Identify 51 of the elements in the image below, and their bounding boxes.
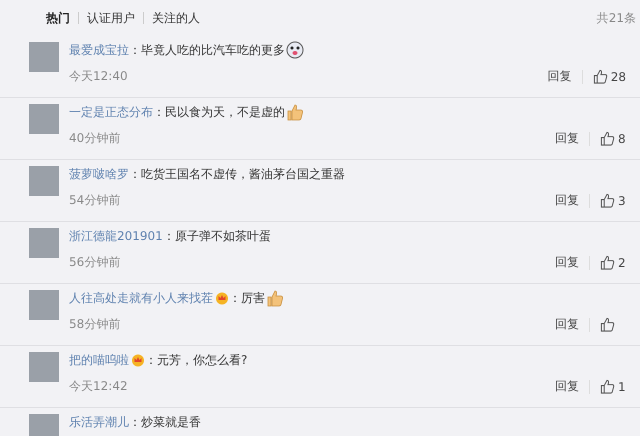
- avatar-photo-placeholder: [29, 42, 59, 72]
- avatar-photo-placeholder: [29, 290, 59, 320]
- comment-time: 56分钟前: [69, 254, 120, 271]
- avatar-photo-placeholder: [29, 414, 59, 436]
- comment-time: 40分钟前: [69, 130, 120, 147]
- comment-text: ：毕竟人吃的比汽车吃的更多: [129, 42, 285, 58]
- like-button[interactable]: 8: [590, 131, 626, 146]
- filter-tab[interactable]: 热门: [38, 10, 78, 26]
- like-icon: [600, 317, 615, 332]
- avatar-photo-placeholder: [29, 228, 59, 258]
- comment-time: 今天12:40: [69, 68, 128, 85]
- like-icon: [600, 193, 615, 208]
- comment-text: ：吃货王国名不虚传，酱油茅台国之重器: [129, 166, 345, 182]
- like-icon: [592, 69, 608, 84]
- like-button[interactable]: 1: [590, 379, 626, 394]
- comment-time: 58分钟前: [69, 316, 120, 333]
- comment-text: ：元芳，你怎么看?: [145, 352, 248, 368]
- comment-text: ：炒菜就是香: [129, 414, 201, 430]
- comment-text: ：民以食为天，不是虚的: [153, 104, 285, 120]
- avatar-photo-placeholder: [29, 166, 59, 196]
- like-icon: [600, 131, 615, 146]
- like-icon: [600, 379, 615, 394]
- comment-time: 54分钟前: [69, 192, 120, 209]
- username-link[interactable]: 最爱成宝拉: [69, 42, 129, 58]
- reply-link[interactable]: 回复: [545, 316, 589, 333]
- username-link[interactable]: 一定是正态分布: [69, 104, 153, 120]
- username-link[interactable]: 人往高处走就有小人来找茬: [69, 290, 213, 306]
- comment-count: 共21条: [596, 10, 636, 26]
- reply-link[interactable]: 回复: [545, 254, 589, 271]
- avatar-photo-placeholder: [29, 104, 59, 134]
- thumbs-up-emoji-icon: [286, 103, 304, 121]
- face-emoji-icon: [286, 41, 304, 59]
- comment-text: ：原子弹不如茶叶蛋: [162, 228, 271, 244]
- comment-text: ：厉害: [229, 290, 265, 306]
- reply-link[interactable]: 回复: [545, 378, 589, 395]
- username-link[interactable]: 浙江德龍201901: [69, 228, 163, 244]
- username-link[interactable]: 菠萝啵啥罗: [69, 166, 129, 182]
- username-link[interactable]: 把的喵呜啦: [69, 352, 129, 368]
- like-button[interactable]: 28: [582, 69, 626, 84]
- like-icon: [600, 255, 615, 270]
- filter-tab[interactable]: 关注的人: [144, 10, 208, 26]
- like-button[interactable]: 2: [590, 255, 626, 270]
- thumbs-up-emoji-icon: [266, 289, 284, 307]
- reply-link[interactable]: 回复: [538, 68, 582, 85]
- username-link[interactable]: 乐活弄潮儿: [69, 414, 129, 430]
- avatar-photo-placeholder: [29, 352, 59, 382]
- like-button[interactable]: 3: [590, 193, 626, 208]
- comment-time: 今天12:42: [69, 378, 128, 395]
- filter-tab[interactable]: 认证用户: [79, 10, 143, 26]
- reply-link[interactable]: 回复: [545, 130, 589, 147]
- reply-link[interactable]: 回复: [545, 192, 589, 209]
